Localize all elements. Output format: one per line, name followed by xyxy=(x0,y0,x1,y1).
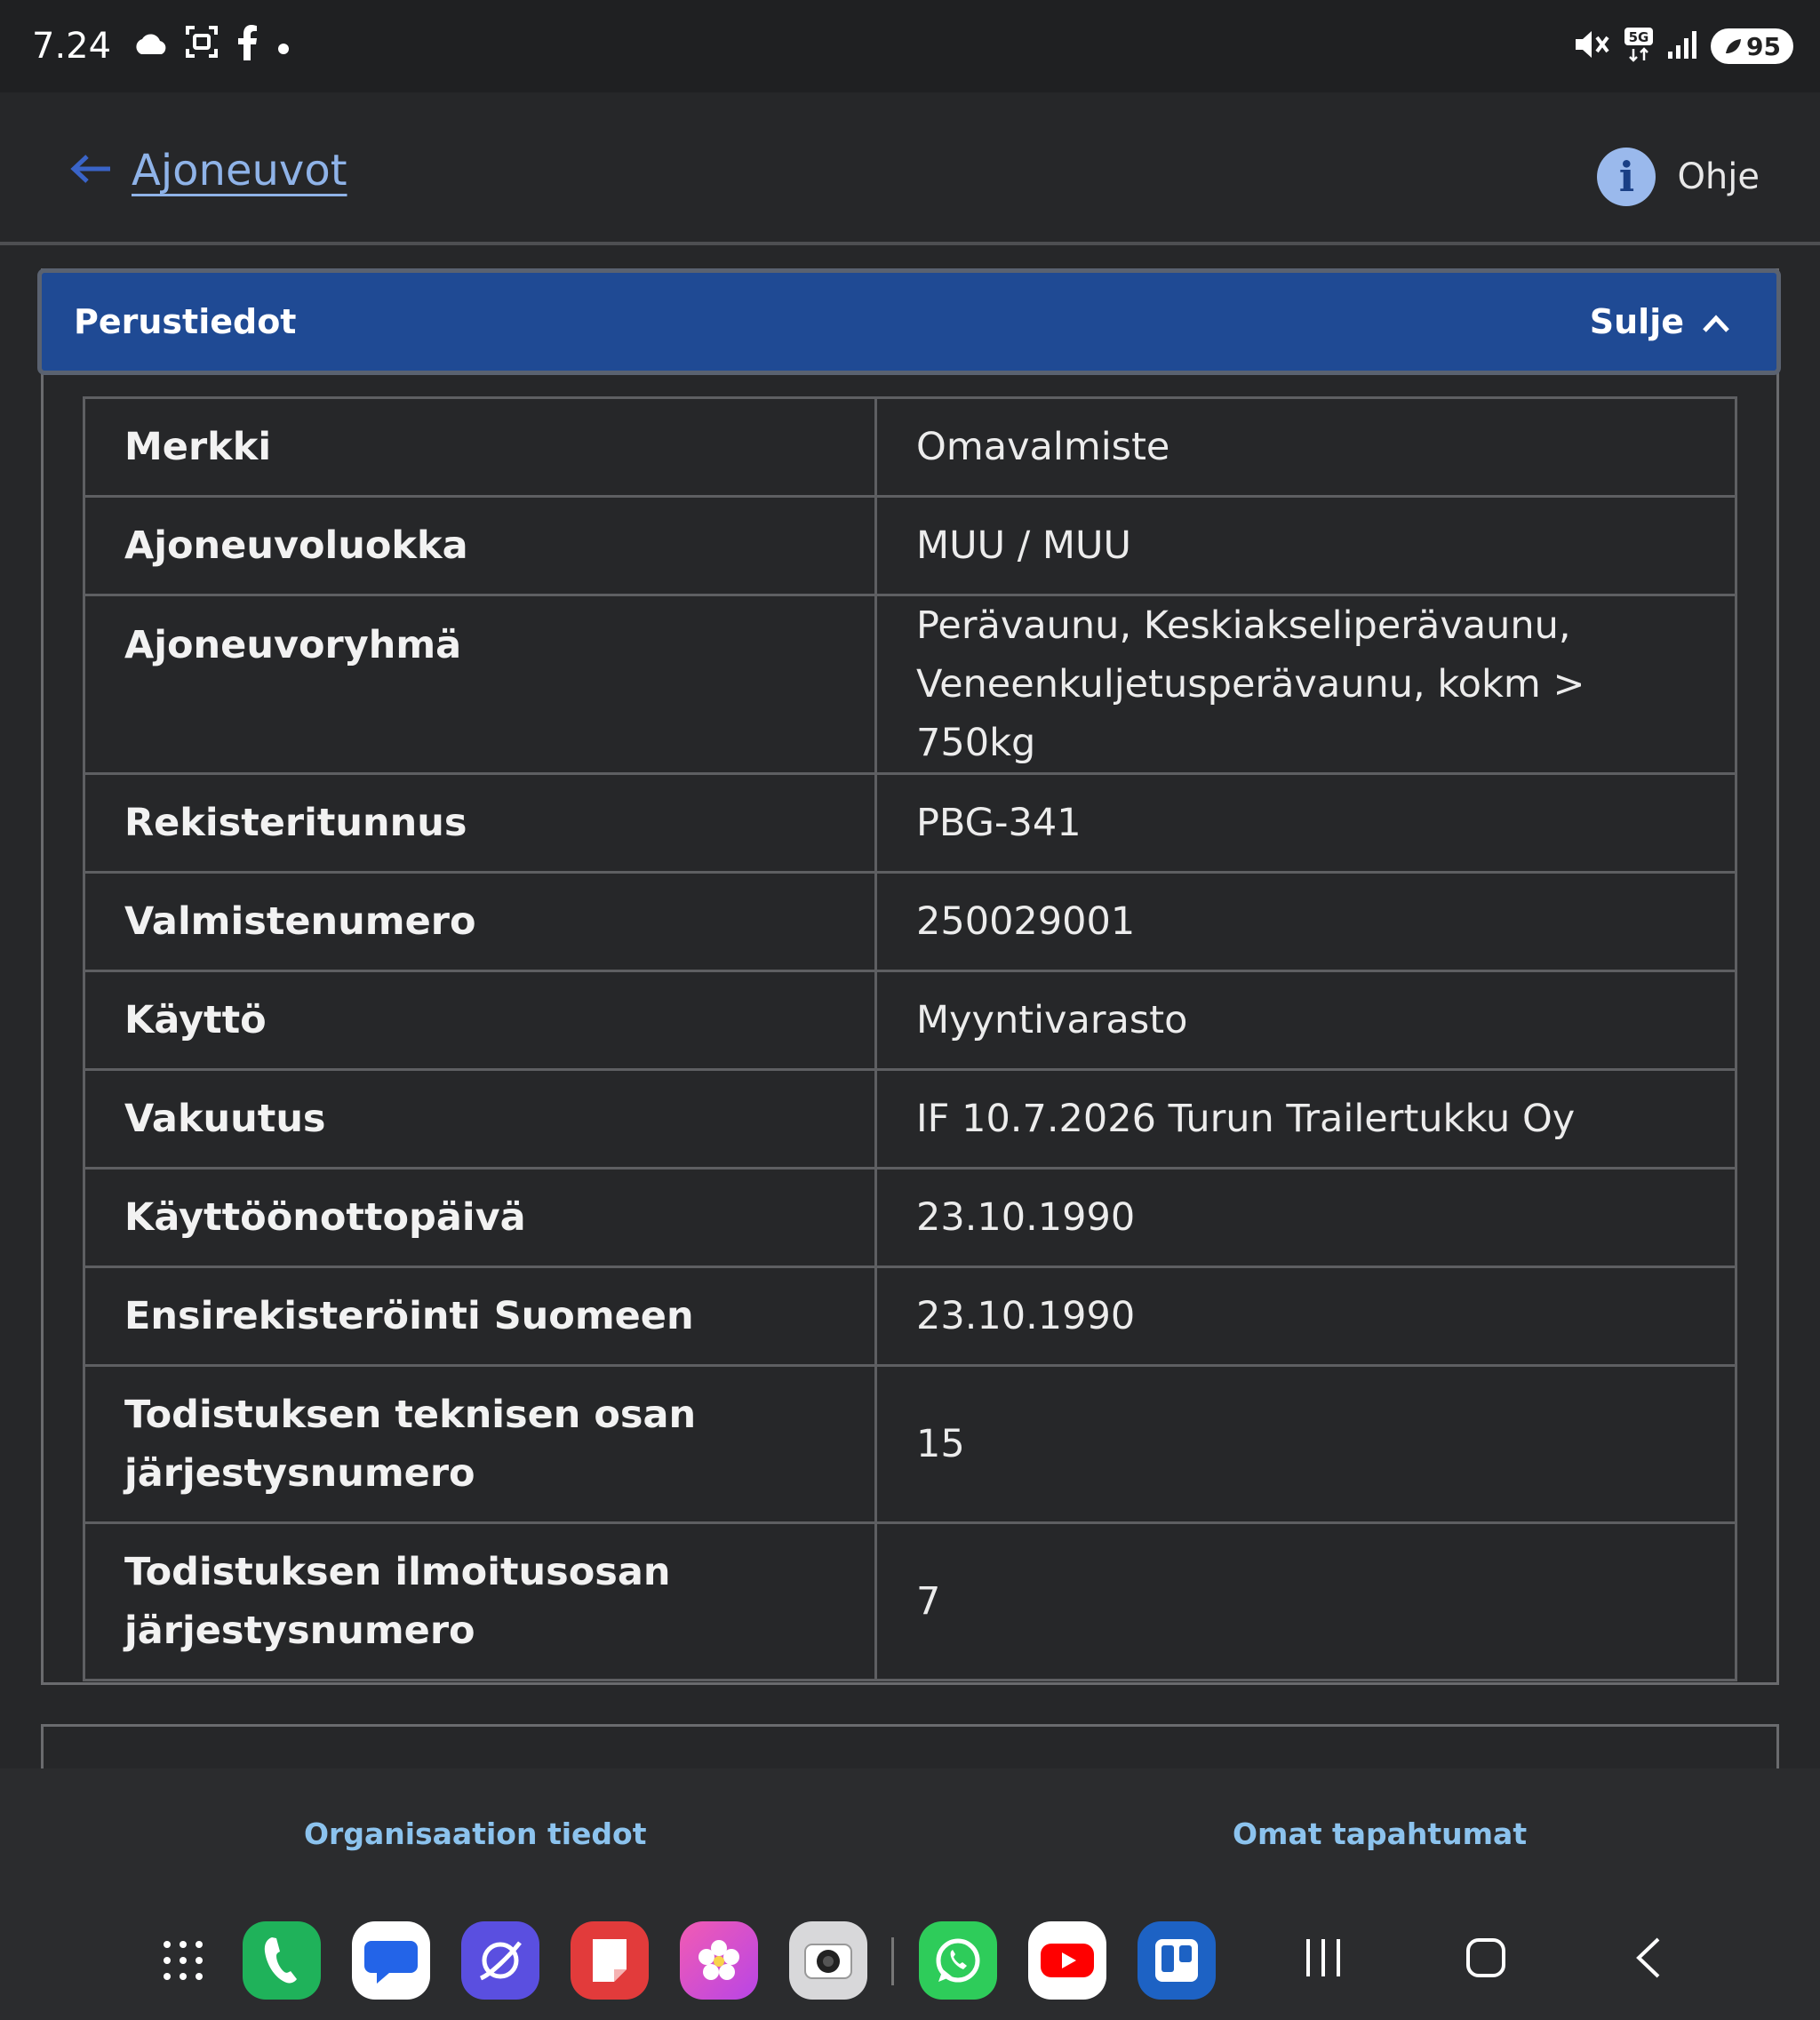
trello-icon[interactable] xyxy=(1138,1921,1216,2000)
row-value: Myyntivarasto xyxy=(874,970,1737,1071)
youtube-icon[interactable] xyxy=(1028,1921,1106,2000)
row-label: Käyttö xyxy=(83,970,877,1071)
recents-icon[interactable] xyxy=(1303,1936,1344,1984)
table-row: Merkki Omavalmiste xyxy=(83,396,1737,498)
info-icon: i xyxy=(1597,148,1656,206)
row-label: Vakuutus xyxy=(83,1068,877,1170)
dock-divider xyxy=(891,1937,894,1985)
5g-icon: 5G xyxy=(1624,27,1654,66)
camera-icon[interactable] xyxy=(789,1921,867,2000)
internet-icon[interactable] xyxy=(461,1921,539,2000)
basic-info-panel-header[interactable]: Perustiedot Sulje xyxy=(37,268,1781,375)
battery-level: 95 xyxy=(1746,31,1781,61)
cloud-icon xyxy=(132,26,170,67)
chevron-up-icon xyxy=(1702,302,1730,341)
row-label: Todistuksen teknisen osan järjestysnumer… xyxy=(83,1364,877,1524)
row-value: IF 10.7.2026 Turun Trailertukku Oy xyxy=(874,1068,1737,1170)
messages-icon[interactable] xyxy=(352,1921,430,2000)
bottom-links: Organisaation tiedot Omat tapahtumat xyxy=(0,1768,1820,1898)
status-right: 5G 95 xyxy=(1572,27,1793,66)
row-value: MUU / MUU xyxy=(874,495,1737,596)
back-link[interactable]: Ajoneuvot xyxy=(69,146,347,196)
table-row: Käyttöönottopäivä 23.10.1990 xyxy=(83,1167,1737,1268)
panel-title: Perustiedot xyxy=(74,302,297,341)
table-row: Todistuksen ilmoitusosan järjestysnumero… xyxy=(83,1521,1737,1681)
notes-icon[interactable] xyxy=(571,1921,649,2000)
gallery-icon[interactable] xyxy=(680,1921,758,2000)
back-icon[interactable] xyxy=(1632,1936,1664,1984)
home-icon[interactable] xyxy=(1465,1936,1507,1984)
table-row: Ajoneuvoryhmä Perävaunu, Keskiakseliperä… xyxy=(83,594,1737,775)
dot-icon xyxy=(275,26,292,67)
back-link-label[interactable]: Ajoneuvot xyxy=(132,146,347,196)
row-value: PBG-341 xyxy=(874,772,1737,874)
row-label: Ajoneuvoryhmä xyxy=(83,594,877,775)
collapse-label[interactable]: Sulje xyxy=(1590,302,1684,341)
screenshot-icon xyxy=(184,24,220,68)
table-row: Valmistenumero 250029001 xyxy=(83,871,1737,972)
help-button[interactable]: i Ohje xyxy=(1597,148,1760,206)
table-row: Ensirekisteröinti Suomeen 23.10.1990 xyxy=(83,1265,1737,1367)
help-label[interactable]: Ohje xyxy=(1677,156,1760,197)
phone-icon[interactable] xyxy=(243,1921,321,2000)
vehicle-info-table: Merkki Omavalmiste Ajoneuvoluokka MUU / … xyxy=(83,396,1737,1681)
organisation-info-link[interactable]: Organisaation tiedot xyxy=(304,1816,646,1851)
table-row: Vakuutus IF 10.7.2026 Turun Trailertukku… xyxy=(83,1068,1737,1170)
row-value: Perävaunu, Keskiakseliperävaunu, Veneenk… xyxy=(874,594,1737,775)
row-label: Rekisteritunnus xyxy=(83,772,877,874)
own-events-link[interactable]: Omat tapahtumat xyxy=(1233,1816,1527,1851)
row-label: Ensirekisteröinti Suomeen xyxy=(83,1265,877,1367)
table-row: Todistuksen teknisen osan järjestysnumer… xyxy=(83,1364,1737,1524)
battery-icon: 95 xyxy=(1711,28,1793,64)
row-label: Merkki xyxy=(83,396,877,498)
row-value: 250029001 xyxy=(874,871,1737,972)
signal-icon xyxy=(1666,28,1698,64)
facebook-icon xyxy=(234,23,260,69)
table-row: Rekisteritunnus PBG-341 xyxy=(83,772,1737,874)
app-drawer-icon[interactable] xyxy=(144,1921,222,2000)
row-value: 23.10.1990 xyxy=(874,1167,1737,1268)
page-header: Ajoneuvot i Ohje xyxy=(0,92,1820,245)
row-label: Käyttöönottopäivä xyxy=(83,1167,877,1268)
row-label: Ajoneuvoluokka xyxy=(83,495,877,596)
mute-icon xyxy=(1572,27,1611,66)
collapse-toggle[interactable]: Sulje xyxy=(1590,302,1730,341)
row-label: Valmistenumero xyxy=(83,871,877,972)
status-bar: 7.24 5G 95 xyxy=(0,0,1820,92)
svg-text:5G: 5G xyxy=(1629,29,1649,45)
row-value: 7 xyxy=(874,1521,1737,1681)
row-value: 15 xyxy=(874,1364,1737,1524)
row-value: Omavalmiste xyxy=(874,396,1737,498)
arrow-left-icon xyxy=(69,153,112,188)
table-row: Ajoneuvoluokka MUU / MUU xyxy=(83,495,1737,596)
status-left: 7.24 xyxy=(32,23,292,69)
row-value: 23.10.1990 xyxy=(874,1265,1737,1367)
table-row: Käyttö Myyntivarasto xyxy=(83,970,1737,1071)
status-time: 7.24 xyxy=(32,26,112,67)
whatsapp-icon[interactable] xyxy=(919,1921,997,2000)
row-label: Todistuksen ilmoitusosan järjestysnumero xyxy=(83,1521,877,1681)
